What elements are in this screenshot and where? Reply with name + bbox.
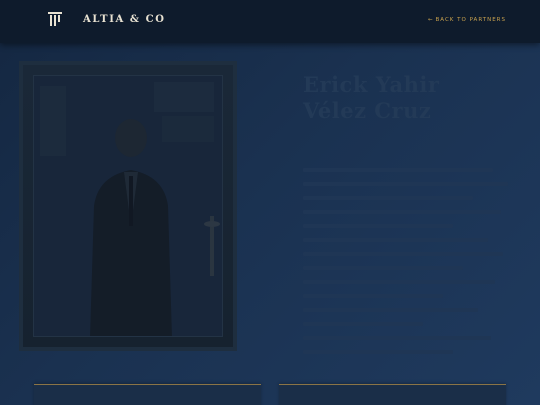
info-card[interactable] xyxy=(34,384,261,405)
bio-line xyxy=(303,238,488,242)
bio-line xyxy=(303,280,495,284)
bio-line xyxy=(303,322,423,326)
bio-line xyxy=(303,182,508,186)
bio-line xyxy=(303,350,453,354)
bio-line xyxy=(303,210,501,214)
bio-line xyxy=(303,294,443,298)
partner-portrait xyxy=(33,75,223,337)
bio-line xyxy=(303,266,463,270)
bio-line xyxy=(303,308,478,312)
bio-line xyxy=(303,168,493,172)
back-link-label: BACK TO PARTNERS xyxy=(435,17,506,23)
column-pillar-icon[interactable] xyxy=(47,11,63,27)
partner-name-line-1: Erick Yahir xyxy=(303,72,440,97)
info-card[interactable] xyxy=(279,384,506,405)
partner-name-line-2: Vélez Cruz xyxy=(303,98,432,123)
partner-profile-page: ALTIA & CO ← BACK TO PARTNERS Erick Yahi… xyxy=(0,0,540,405)
bio-line xyxy=(303,196,473,200)
brand-name[interactable]: ALTIA & CO xyxy=(83,14,166,25)
partner-bio-placeholder xyxy=(303,168,513,364)
partner-name: Erick Yahir Vélez Cruz xyxy=(303,72,503,124)
arrow-left-icon: ← xyxy=(427,17,434,23)
bio-line xyxy=(303,224,453,228)
bio-line xyxy=(303,252,503,256)
portrait-image xyxy=(34,76,222,336)
partner-portrait-frame xyxy=(19,61,237,351)
back-to-partners-link[interactable]: ← BACK TO PARTNERS xyxy=(428,17,506,23)
site-header: ALTIA & CO ← BACK TO PARTNERS xyxy=(0,0,540,43)
bio-line xyxy=(303,336,491,340)
